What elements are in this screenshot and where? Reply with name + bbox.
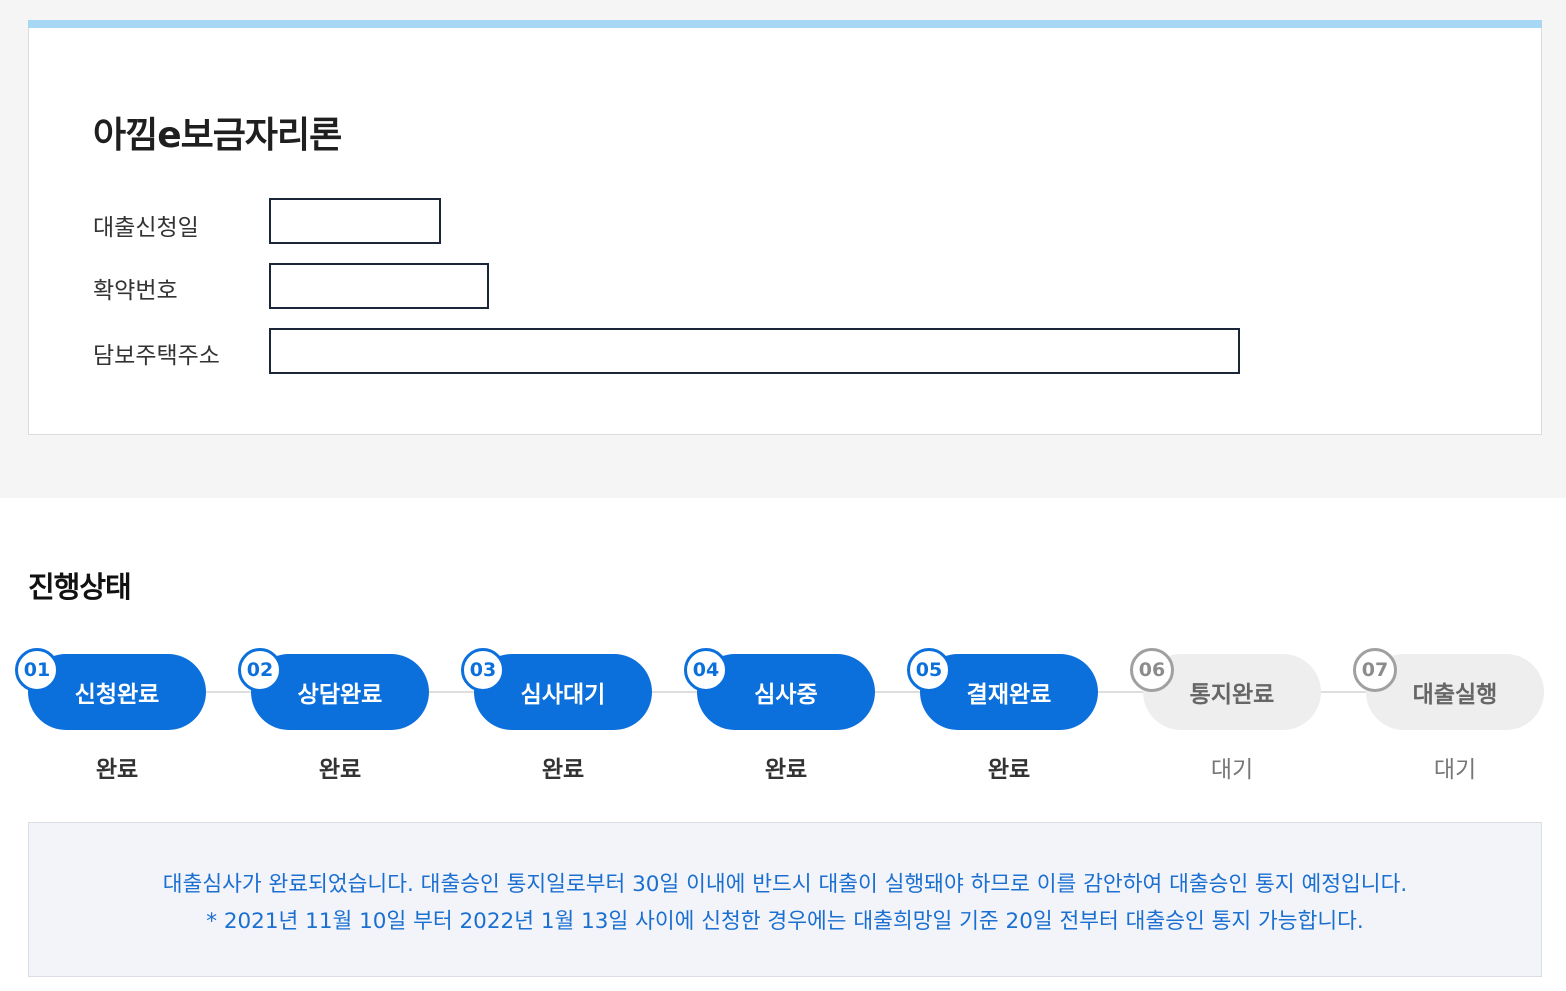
notice-box: 대출심사가 완료되었습니다. 대출승인 통지일로부터 30일 이내에 반드시 대… — [28, 822, 1542, 977]
step-number-badge: 03 — [461, 648, 505, 692]
loan-info-card: 아낌e보금자리론 대출신청일 확약번호 담보주택주소 — [28, 20, 1542, 435]
commitment-number-label: 확약번호 — [93, 278, 178, 304]
collateral-address-label: 담보주택주소 — [93, 343, 220, 369]
step-status: 완료 — [318, 757, 362, 783]
step-number-badge: 02 — [238, 648, 282, 692]
step-status: 대기 — [1210, 757, 1254, 783]
commitment-number-field — [269, 263, 489, 309]
progress-step-2: 상담완료 02 — [238, 648, 429, 730]
product-title: 아낌e보금자리론 — [93, 115, 342, 156]
step-number-badge: 01 — [15, 648, 59, 692]
progress-title: 진행상태 — [28, 570, 132, 604]
progress-step-7: 대출실행 07 — [1353, 648, 1544, 730]
notice-line-1: 대출심사가 완료되었습니다. 대출승인 통지일로부터 30일 이내에 반드시 대… — [162, 872, 1408, 897]
card-accent-bar — [28, 20, 1542, 28]
progress-step-1: 신청완료 01 — [15, 648, 206, 730]
step-number-badge: 06 — [1130, 648, 1174, 692]
step-status: 완료 — [764, 757, 808, 783]
step-number-badge: 05 — [907, 648, 951, 692]
progress-step-5: 결재완료 05 — [907, 648, 1098, 730]
step-status: 완료 — [987, 757, 1031, 783]
application-date-label: 대출신청일 — [93, 215, 199, 241]
loan-info-section: 아낌e보금자리론 대출신청일 확약번호 담보주택주소 — [0, 0, 1566, 498]
step-status: 완료 — [541, 757, 585, 783]
collateral-address-field — [269, 328, 1240, 374]
application-date-field — [269, 198, 441, 244]
notice-line-2: * 2021년 11월 10일 부터 2022년 1월 13일 사이에 신청한 … — [206, 909, 1364, 934]
progress-step-4: 심사중 04 — [684, 648, 875, 730]
step-status: 대기 — [1433, 757, 1477, 783]
progress-step-6: 통지완료 06 — [1130, 648, 1321, 730]
progress-step-3: 심사대기 03 — [461, 648, 652, 730]
step-status: 완료 — [95, 757, 139, 783]
step-number-badge: 07 — [1353, 648, 1397, 692]
step-number-badge: 04 — [684, 648, 728, 692]
